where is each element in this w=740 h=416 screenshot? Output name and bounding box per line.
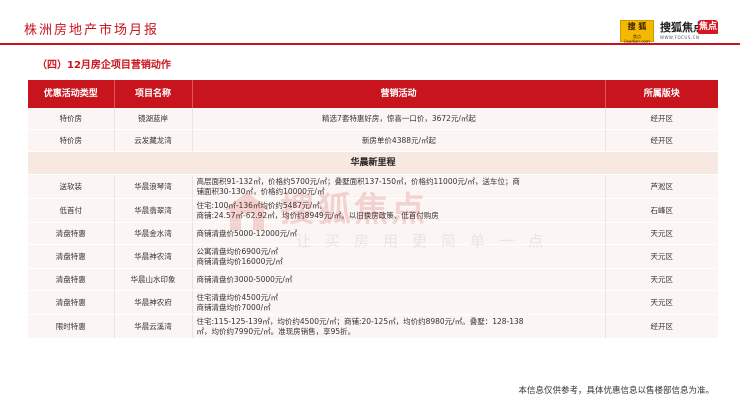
cell-project-name: 华晨山水印象 — [114, 268, 193, 291]
report-page: 株洲房地产市场月报 搜 狐 焦点jiaodian.com 搜狐焦点 焦点 WWW… — [0, 0, 740, 416]
cell-marketing-activity: 精选7套特惠好房，惊喜一口价，3672元/㎡起 — [192, 108, 606, 130]
cell-marketing-activity: 商铺清盘价3000-5000元/㎡ — [192, 268, 606, 291]
cell-offer-type: 清盘特惠 — [28, 222, 115, 245]
cell-offer-type: 清盘特惠 — [28, 244, 115, 269]
cell-project-name: 华晨神农湾 — [114, 244, 193, 269]
table-row: 清盘特惠 华晨山水印象 商铺清盘价3000-5000元/㎡ 天元区 — [28, 268, 718, 291]
cell-marketing-activity: 高层面积91-132㎡，价格约5700元/㎡；叠墅面积137-150㎡，价格约1… — [192, 174, 606, 199]
cell-project-name: 云发藏龙湾 — [114, 129, 193, 152]
focus-brand-logo: 搜狐焦点 焦点 WWW.FOCUS.CN — [660, 20, 720, 42]
cell-offer-type: 低首付 — [28, 198, 115, 223]
cell-marketing-activity: 商铺清盘价5000-12000元/㎡ — [192, 222, 606, 245]
activity-line: 高层面积91-132㎡，价格约5700元/㎡；叠墅面积137-150㎡，价格约1… — [196, 176, 520, 186]
table-row: 送软装 华晨浪琴湾 高层面积91-132㎡，价格约5700元/㎡；叠墅面积137-1… — [28, 174, 718, 199]
activity-line: 住宅:100㎡-136㎡均价约5487元/㎡。 — [196, 200, 327, 210]
table-row: 清盘特惠 华晨神农湾 公寓清盘均价6900元/㎡ 商铺清盘均价16000元/㎡ 天元区 — [28, 244, 718, 269]
cell-district: 天元区 — [605, 244, 718, 269]
cell-district: 天元区 — [605, 290, 718, 315]
house-icon: 焦点 — [698, 20, 718, 34]
table-row: 特价房 镜湖蓝岸 精选7套特惠好房，惊喜一口价，3672元/㎡起 经开区 — [28, 108, 718, 130]
table-row: 清盘特惠 华晨神农府 住宅清盘均价4500元/㎡ 商铺清盘均价7000/㎡ 天元区 — [28, 290, 718, 315]
activity-line: 商铺清盘价5000-12000元/㎡ — [196, 228, 298, 238]
cell-offer-type: 限时特惠 — [28, 314, 115, 339]
cell-district: 经开区 — [605, 314, 718, 339]
activity-line: 住宅:115-125-139㎡，均价约4500元/㎡；商铺:20-125㎡，均价… — [196, 316, 524, 326]
cell-district: 天元区 — [605, 222, 718, 245]
cell-offer-type: 特价房 — [28, 129, 115, 152]
cell-district: 石峰区 — [605, 198, 718, 223]
activity-line: 精选7套特惠好房，惊喜一口价，3672元/㎡起 — [322, 113, 476, 123]
activity-line: 住宅清盘均价4500元/㎡ — [196, 292, 279, 302]
activity-line: 新房单价4388元/㎡起 — [361, 135, 437, 145]
cell-offer-type: 送软装 — [28, 174, 115, 199]
column-header-activity: 营销活动 — [192, 80, 606, 108]
focus-logo-url: WWW.FOCUS.CN — [660, 35, 700, 40]
cell-district: 经开区 — [605, 129, 718, 152]
cell-project-name: 华晨翡翠湾 — [114, 198, 193, 223]
footnote: 本信息仅供参考，具体优惠信息以售楼部信息为准。 — [518, 386, 714, 396]
cell-marketing-activity: 住宅:100㎡-136㎡均价约5487元/㎡。 商铺:24.57㎡-62.92㎡，… — [192, 198, 606, 223]
column-header-project: 项目名称 — [114, 80, 193, 108]
cell-marketing-activity: 住宅清盘均价4500元/㎡ 商铺清盘均价7000/㎡ — [192, 290, 606, 315]
table-body: 特价房 镜湖蓝岸 精选7套特惠好房，惊喜一口价，3672元/㎡起 经开区 特价房 云发藏龙… — [28, 108, 718, 339]
activity-line: 铺面积30-130㎡，价格约10000元/㎡ — [196, 186, 325, 196]
cell-project-name: 华晨浪琴湾 — [114, 174, 193, 199]
table-row: 清盘特惠 华晨金水湾 商铺清盘价5000-12000元/㎡ 天元区 — [28, 222, 718, 245]
activity-line: 商铺:24.57㎡-62.92㎡，均价约8949元/㎡。以旧换房政策、低首付购房 — [196, 210, 439, 220]
table-row: 特价房 云发藏龙湾 新房单价4388元/㎡起 经开区 — [28, 129, 718, 152]
table-header-row: 优惠活动类型 项目名称 营销活动 所属版块 — [28, 80, 718, 108]
group-title: 华晨新里程 — [28, 151, 718, 175]
cell-project-name: 华晨神农府 — [114, 290, 193, 315]
cell-offer-type: 特价房 — [28, 108, 115, 130]
marketing-table: 优惠活动类型 项目名称 营销活动 所属版块 特价房 镜湖蓝岸 精选7套特惠好房，惊喜… — [28, 80, 718, 339]
column-header-district: 所属版块 — [605, 80, 718, 108]
report-title: 株洲房地产市场月报 — [24, 23, 160, 38]
table-row: 低首付 华晨翡翠湾 住宅:100㎡-136㎡均价约5487元/㎡。 商铺:24.57㎡… — [28, 198, 718, 223]
cell-offer-type: 清盘特惠 — [28, 268, 115, 291]
header-divider — [0, 43, 740, 45]
activity-line: 商铺清盘价3000-5000元/㎡ — [196, 274, 293, 284]
cell-marketing-activity: 住宅:115-125-139㎡，均价约4500元/㎡；商铺:20-125㎡，均价… — [192, 314, 606, 339]
cell-marketing-activity: 新房单价4388元/㎡起 — [192, 129, 606, 152]
activity-line: 公寓清盘均价6900元/㎡ — [196, 246, 279, 256]
cell-offer-type: 清盘特惠 — [28, 290, 115, 315]
cell-project-name: 镜湖蓝岸 — [114, 108, 193, 130]
activity-line: 商铺清盘均价16000元/㎡ — [196, 256, 283, 266]
cell-marketing-activity: 公寓清盘均价6900元/㎡ 商铺清盘均价16000元/㎡ — [192, 244, 606, 269]
cell-district: 天元区 — [605, 268, 718, 291]
cell-district: 芦淞区 — [605, 174, 718, 199]
sohu-focus-logo: 搜 狐 焦点jiaodian.com — [620, 20, 654, 44]
table-row: 限时特惠 华晨云溪湾 住宅:115-125-139㎡，均价约4500元/㎡；商铺:2… — [28, 314, 718, 339]
cell-project-name: 华晨金水湾 — [114, 222, 193, 245]
sohu-logo-main-text: 搜 狐 — [627, 22, 647, 31]
section-title: （四）12月房企项目营销动作 — [37, 60, 171, 71]
activity-line: 商铺清盘均价7000/㎡ — [196, 302, 271, 312]
column-header-type: 优惠活动类型 — [28, 80, 115, 108]
group-header-row: 华晨新里程 — [28, 151, 718, 175]
cell-project-name: 华晨云溪湾 — [114, 314, 193, 339]
activity-line: ㎡，均价约7990元/㎡。准现房销售，享95折。 — [196, 326, 356, 336]
cell-district: 经开区 — [605, 108, 718, 130]
